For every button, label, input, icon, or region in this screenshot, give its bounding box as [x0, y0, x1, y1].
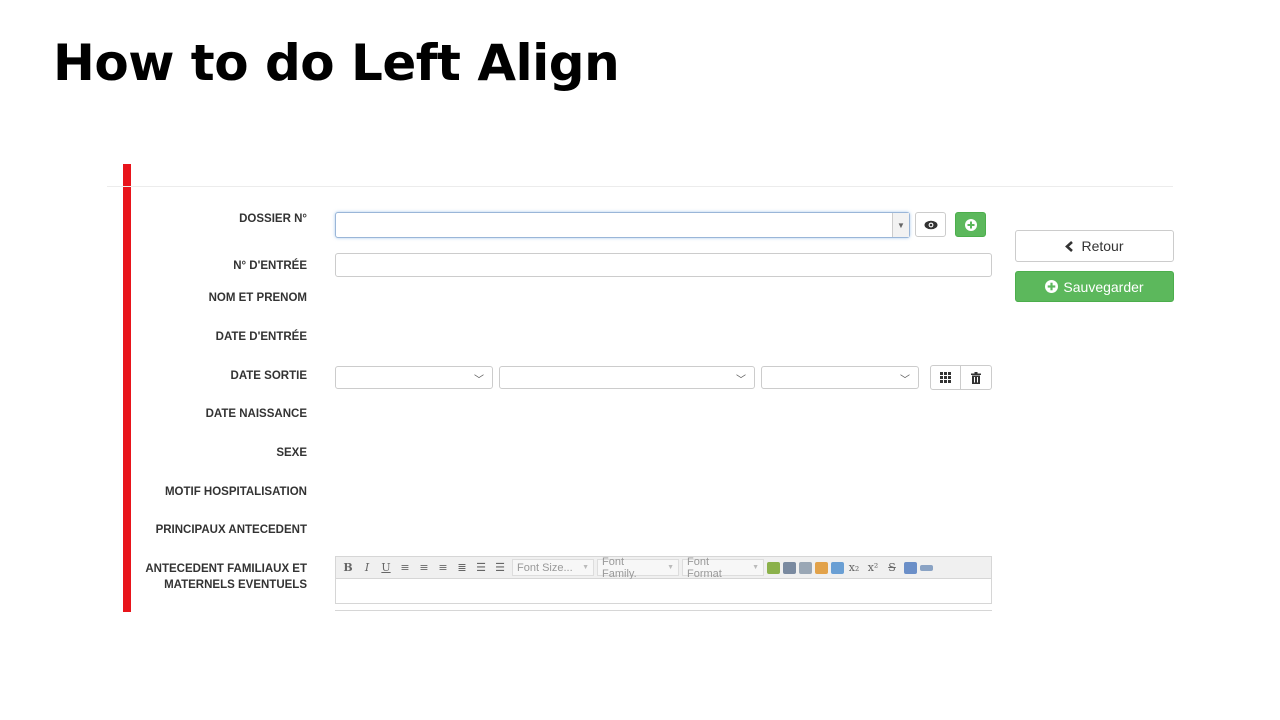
dossier-select[interactable]: ▼	[335, 212, 910, 238]
font-size-select[interactable]: Font Size... ▼	[512, 559, 594, 576]
add-dossier-button[interactable]	[955, 212, 986, 237]
align-right-icon[interactable]: ≡	[434, 559, 452, 577]
align-justify-icon[interactable]: ≣	[453, 559, 471, 577]
label-date-naissance: DATE NAISSANCE	[205, 408, 307, 420]
view-dossier-button[interactable]	[915, 212, 946, 237]
clear-date-button[interactable]	[960, 365, 992, 390]
font-format-select[interactable]: Font Format ▼	[682, 556, 764, 580]
align-center-icon[interactable]: ≡	[415, 559, 433, 577]
save-button-label: Sauvegarder	[1063, 278, 1144, 295]
entree-no-input[interactable]	[335, 253, 992, 277]
back-button-label: Retour	[1081, 238, 1124, 254]
bullet-list-icon[interactable]: ☰	[491, 559, 509, 577]
superscript-icon[interactable]: x²	[864, 559, 882, 577]
horizontal-rule-icon[interactable]	[920, 564, 933, 571]
label-sexe: SEXE	[276, 447, 307, 459]
trash-icon	[971, 371, 981, 384]
chevron-down-icon: ﹀	[474, 375, 484, 386]
bold-icon[interactable]: B	[339, 559, 357, 577]
underline-icon[interactable]: U	[377, 559, 395, 577]
link-icon[interactable]	[783, 561, 796, 574]
date-picker-button[interactable]	[930, 365, 961, 390]
dropdown-arrow-icon[interactable]: ▼	[892, 213, 909, 237]
form-top-divider	[107, 186, 1173, 187]
plus-circle-icon	[1045, 280, 1059, 293]
label-entree-no: N° D'ENTRÉE	[233, 260, 307, 272]
label-antecedent: PRINCIPAUX ANTECEDENT	[155, 524, 307, 536]
date-sortie-year-select[interactable]: ﹀	[761, 366, 919, 389]
anchor-icon[interactable]	[815, 561, 828, 574]
date-sortie-day-select[interactable]: ﹀	[335, 366, 493, 389]
numbered-list-icon[interactable]: ☰	[472, 559, 490, 577]
alignment-guide-bar	[123, 164, 131, 612]
cleanup-icon[interactable]	[767, 561, 780, 574]
font-size-label: Font Size...	[517, 561, 573, 574]
form-bottom-divider	[335, 610, 992, 611]
label-nom-prenom: NOM ET PRENOM	[208, 292, 307, 304]
chevron-down-icon: ﹀	[736, 375, 746, 386]
image-icon[interactable]	[831, 561, 844, 574]
font-family-select[interactable]: Font Family. ▼	[597, 556, 679, 580]
back-button[interactable]: Retour	[1015, 230, 1174, 262]
editor-text-area[interactable]	[335, 579, 992, 604]
slide-title: How to do Left Align	[53, 34, 620, 92]
label-dossier: DOSSIER N°	[239, 213, 307, 225]
subscript-icon[interactable]: x₂	[845, 559, 863, 577]
chevron-left-icon	[1065, 240, 1074, 252]
eye-icon	[924, 220, 937, 229]
label-motif: MOTIF HOSPITALISATION	[164, 486, 307, 498]
unlink-icon[interactable]	[799, 561, 812, 574]
font-family-label: Font Family.	[602, 555, 637, 580]
label-date-entree: DATE D'ENTRÉE	[215, 331, 307, 343]
label-familiaux-line2: MATERNELS EVENTUELS	[164, 579, 307, 591]
font-format-label: Font Format	[687, 555, 722, 580]
label-familiaux-line1: ANTECEDENT FAMILIAUX ET	[145, 563, 307, 575]
plus-circle-icon	[964, 218, 977, 231]
label-date-sortie: DATE SORTIE	[230, 370, 307, 382]
strikethrough-icon[interactable]: S	[883, 559, 901, 577]
date-sortie-month-select[interactable]: ﹀	[499, 366, 755, 389]
chevron-down-icon: ﹀	[900, 375, 910, 386]
calendar-grid-icon	[940, 372, 951, 383]
label-familiaux: ANTECEDENT FAMILIAUX ET MATERNELS EVENTU…	[145, 561, 307, 593]
italic-icon[interactable]: I	[358, 559, 376, 577]
save-button[interactable]: Sauvegarder	[1015, 271, 1174, 302]
align-left-icon[interactable]: ≡	[396, 559, 414, 577]
remove-format-icon[interactable]	[904, 561, 917, 574]
editor-toolbar: B I U ≡ ≡ ≡ ≣ ☰ ☰ Font Size... ▼ Font Fam…	[335, 556, 992, 580]
